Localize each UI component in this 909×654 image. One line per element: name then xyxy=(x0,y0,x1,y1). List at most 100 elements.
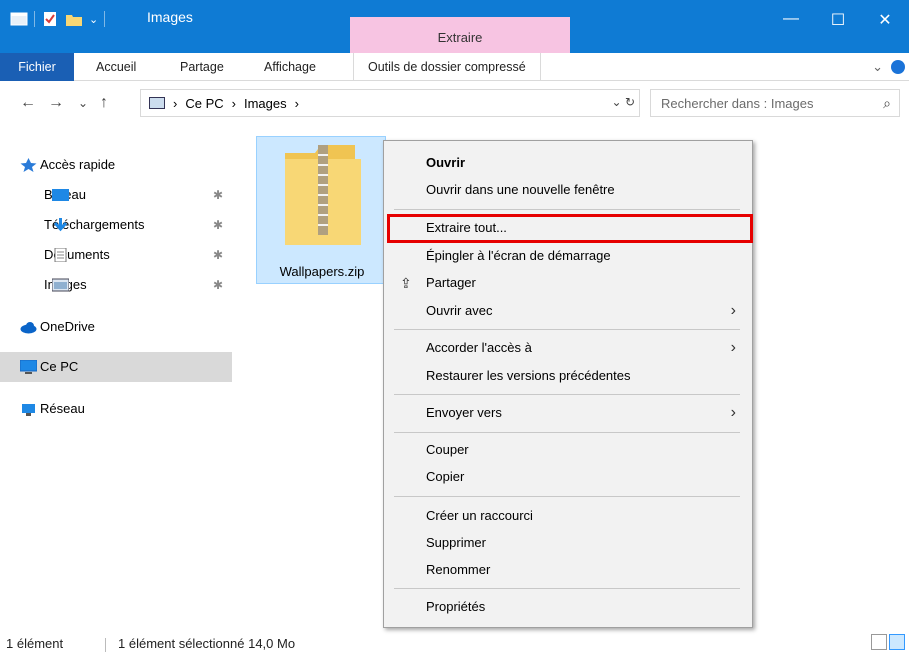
pin-icon[interactable]: ✱ xyxy=(213,210,223,240)
forward-arrow-icon[interactable]: → xyxy=(48,94,64,112)
menu-item-label: Ouvrir avec xyxy=(426,303,493,318)
menu-item-partager[interactable]: ⇪ Partager xyxy=(384,270,752,296)
zip-folder-icon xyxy=(285,145,361,245)
title-bar: ⌄ Images Extraire — ☐ ✕ xyxy=(0,0,909,53)
menu-separator xyxy=(394,588,740,589)
sidebar-item-label: Réseau xyxy=(40,401,85,416)
navigation-bar: ← → ⌄ ↑ › Ce PC › Images › ⌄ ↻ Recherche… xyxy=(0,84,909,124)
address-bar[interactable]: › Ce PC › Images › ⌄ ↻ xyxy=(140,89,640,117)
address-dropdown-icon[interactable]: ⌄ xyxy=(612,95,622,109)
highlight-box xyxy=(387,214,753,243)
tab-outils-dossier-compresse[interactable]: Outils de dossier compressé xyxy=(353,53,541,81)
status-selection: 1 élément sélectionné 14,0 Mo xyxy=(118,636,296,651)
menu-item-ouvrir[interactable]: Ouvrir xyxy=(384,150,752,176)
menu-item-creer-raccourci[interactable]: Créer un raccourci xyxy=(384,503,752,529)
submenu-arrow-icon: › xyxy=(730,404,736,421)
breadcrumb-sep: › xyxy=(231,95,236,111)
breadcrumb-sep: › xyxy=(294,95,299,111)
customize-qat-icon[interactable]: ⌄ xyxy=(89,13,98,26)
sidebar-item-acces-rapide[interactable]: Accès rapide xyxy=(0,150,232,180)
menu-separator xyxy=(394,394,740,395)
minimize-button[interactable]: — xyxy=(768,10,814,28)
recent-locations-icon[interactable]: ⌄ xyxy=(78,96,88,110)
help-icon[interactable] xyxy=(891,60,905,74)
desktop-icon xyxy=(52,189,69,201)
menu-item-accorder-acces[interactable]: Accorder l'accès à › xyxy=(384,335,752,361)
menu-item-label: Envoyer vers xyxy=(426,405,502,420)
sidebar-item-label: OneDrive xyxy=(40,319,95,334)
file-item-wallpapers-zip[interactable]: Wallpapers.zip xyxy=(256,136,386,284)
close-button[interactable]: ✕ xyxy=(862,10,908,30)
menu-separator xyxy=(394,496,740,497)
expand-ribbon-icon[interactable]: ⌄ xyxy=(872,59,883,75)
pin-icon[interactable]: ✱ xyxy=(213,270,223,300)
sidebar-item-label: Ce PC xyxy=(40,359,79,374)
document-icon xyxy=(54,248,67,262)
up-arrow-icon[interactable]: ↑ xyxy=(100,94,108,112)
sidebar-item-ce-pc[interactable]: Ce PC xyxy=(0,352,232,382)
sidebar-item-reseau[interactable]: Réseau xyxy=(0,394,232,424)
search-placeholder: Rechercher dans : Images xyxy=(661,96,814,111)
menu-item-renommer[interactable]: Renommer xyxy=(384,557,752,583)
sidebar-item-telechargements[interactable]: Téléchargements ✱ xyxy=(0,210,232,240)
ribbon-controls: ⌄ xyxy=(872,59,905,75)
cloud-icon xyxy=(20,322,37,334)
images-folder-icon xyxy=(149,97,165,109)
menu-separator xyxy=(394,209,740,210)
search-icon[interactable]: ⌕ xyxy=(883,95,891,112)
pin-icon[interactable]: ✱ xyxy=(213,180,223,210)
file-name: Wallpapers.zip xyxy=(279,264,365,279)
sidebar-item-documents[interactable]: Documents ✱ xyxy=(0,240,232,270)
sidebar-item-label: Accès rapide xyxy=(40,157,116,172)
quick-access-toolbar: ⌄ xyxy=(10,9,106,29)
sidebar-item-images[interactable]: Images ✱ xyxy=(0,270,232,300)
navigation-pane: Accès rapide Bureau ✱ Téléchargements ✱ … xyxy=(0,150,232,424)
window-title: Images xyxy=(147,9,193,25)
sidebar-item-bureau[interactable]: Bureau ✱ xyxy=(0,180,232,210)
pin-icon[interactable]: ✱ xyxy=(213,240,223,270)
status-item-count: 1 élément xyxy=(6,636,64,651)
download-icon xyxy=(53,218,68,232)
refresh-icon[interactable]: ↻ xyxy=(625,95,635,109)
context-tab-header: Extraire xyxy=(350,17,570,53)
menu-item-label: Partager xyxy=(426,275,476,290)
breadcrumb-images[interactable]: Images xyxy=(244,96,287,111)
submenu-arrow-icon: › xyxy=(730,339,736,356)
menu-item-epingler-demarrage[interactable]: Épingler à l'écran de démarrage xyxy=(384,243,752,269)
tab-fichier[interactable]: Fichier xyxy=(0,53,74,81)
address-tools: ⌄ ↻ xyxy=(612,95,635,109)
menu-item-restaurer-versions[interactable]: Restaurer les versions précédentes xyxy=(384,363,752,389)
menu-item-supprimer[interactable]: Supprimer xyxy=(384,530,752,556)
view-switcher xyxy=(871,634,905,650)
tab-affichage[interactable]: Affichage xyxy=(264,53,316,81)
menu-item-envoyer-vers[interactable]: Envoyer vers › xyxy=(384,400,752,426)
share-icon: ⇪ xyxy=(400,275,412,291)
status-separator xyxy=(105,638,106,652)
new-folder-icon[interactable] xyxy=(65,11,83,27)
menu-item-ouvrir-avec[interactable]: Ouvrir avec › xyxy=(384,298,752,324)
toolbar-separator xyxy=(34,11,35,27)
search-input[interactable]: Rechercher dans : Images ⌕ xyxy=(650,89,900,117)
menu-separator xyxy=(394,329,740,330)
explorer-window-icon[interactable] xyxy=(10,11,28,27)
tab-partage[interactable]: Partage xyxy=(180,53,224,81)
images-icon xyxy=(52,278,69,292)
large-icons-view-icon[interactable] xyxy=(889,634,905,650)
menu-item-ouvrir-nouvelle-fenetre[interactable]: Ouvrir dans une nouvelle fenêtre xyxy=(384,177,752,203)
maximize-button[interactable]: ☐ xyxy=(815,10,861,30)
menu-item-proprietes[interactable]: Propriétés xyxy=(384,594,752,620)
breadcrumb-sep: › xyxy=(173,95,178,111)
ribbon-tabs: Fichier Accueil Partage Affichage Outils… xyxy=(0,53,909,81)
sidebar-item-onedrive[interactable]: OneDrive xyxy=(0,312,232,342)
menu-separator xyxy=(394,432,740,433)
tab-accueil[interactable]: Accueil xyxy=(96,53,136,81)
menu-item-copier[interactable]: Copier xyxy=(384,464,752,490)
breadcrumb-ce-pc[interactable]: Ce PC xyxy=(185,96,223,111)
back-arrow-icon[interactable]: ← xyxy=(20,94,36,112)
details-view-icon[interactable] xyxy=(871,634,887,650)
star-icon xyxy=(20,158,37,172)
properties-check-icon[interactable] xyxy=(41,11,59,27)
menu-item-couper[interactable]: Couper xyxy=(384,437,752,463)
menu-item-label: Accorder l'accès à xyxy=(426,340,532,355)
computer-icon xyxy=(20,360,37,374)
